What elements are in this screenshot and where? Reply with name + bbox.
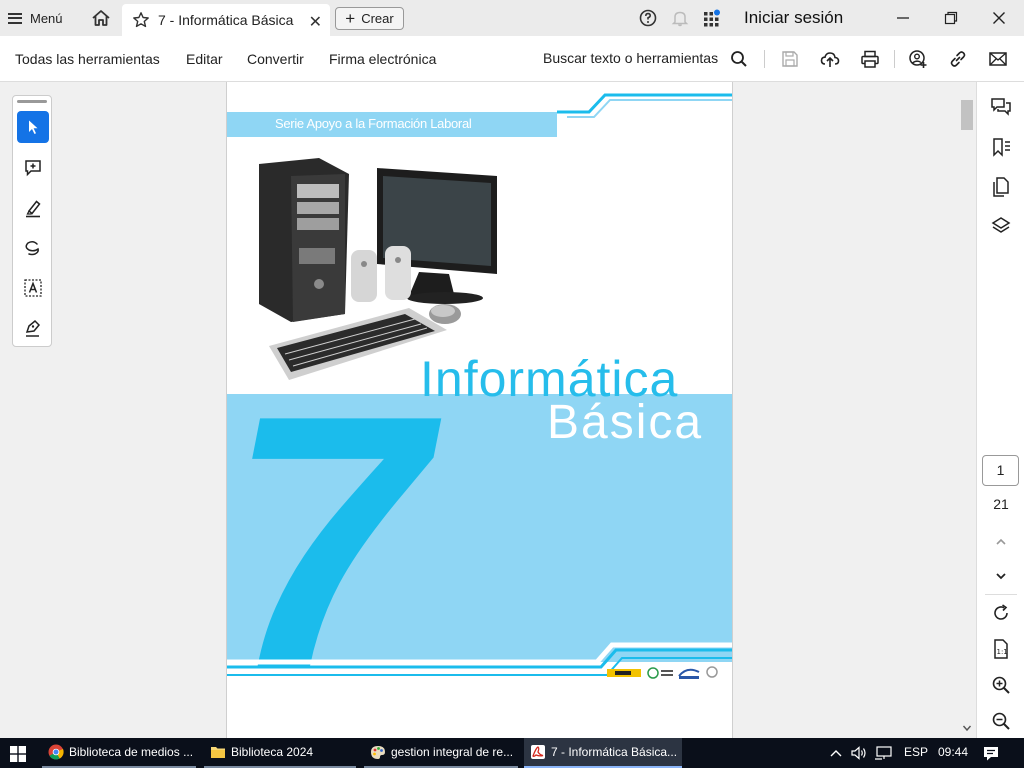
- highlight-tool-button[interactable]: [17, 192, 49, 224]
- draw-tool-button[interactable]: [17, 232, 49, 264]
- bell-icon[interactable]: [670, 8, 690, 28]
- pdf-page[interactable]: Serie Apoyo a la Formación Laboral 7 Inf…: [226, 82, 733, 742]
- taskbar-item-folder[interactable]: Biblioteca 2024: [204, 738, 356, 768]
- windows-taskbar: Biblioteca de medios ... Biblioteca 2024…: [0, 738, 1024, 768]
- edit-menu[interactable]: Editar: [186, 51, 223, 67]
- panel-grip[interactable]: [17, 100, 47, 103]
- pen-sign-icon: [25, 319, 41, 337]
- home-icon[interactable]: [90, 7, 112, 29]
- title-bar: Menú 7 - Informática Básica ✕ + Crear In…: [0, 0, 1024, 36]
- sponsor-logos: [607, 666, 718, 679]
- taskbar-item-chrome[interactable]: Biblioteca de medios ...: [42, 738, 196, 768]
- chrome-icon: [48, 744, 64, 760]
- esign-menu[interactable]: Firma electrónica: [329, 51, 436, 67]
- restore-button[interactable]: [928, 4, 974, 32]
- hamburger-icon: [8, 12, 22, 24]
- scroll-down-arrow-icon[interactable]: [962, 724, 972, 732]
- zoom-in-icon[interactable]: [990, 674, 1012, 696]
- signin-button[interactable]: Iniciar sesión: [744, 8, 843, 28]
- close-window-button[interactable]: [976, 4, 1022, 32]
- pages-thumbnails-icon[interactable]: [990, 176, 1012, 198]
- cursor-icon: [29, 120, 38, 134]
- menu-button[interactable]: Menú: [8, 8, 63, 28]
- show-hidden-icons-icon[interactable]: [829, 748, 843, 758]
- toolbar-divider: [894, 50, 895, 68]
- next-page-icon[interactable]: [990, 565, 1012, 587]
- cloud-upload-icon[interactable]: [820, 49, 840, 69]
- select-tool-button[interactable]: [17, 111, 49, 143]
- quick-tools-panel: [12, 95, 52, 347]
- convert-menu[interactable]: Convertir: [247, 51, 304, 67]
- rotate-icon[interactable]: [990, 602, 1012, 624]
- document-tab[interactable]: 7 - Informática Básica ✕: [122, 4, 330, 36]
- notifications-icon[interactable]: [982, 745, 1000, 762]
- link-icon[interactable]: [948, 49, 968, 69]
- folder-icon: [211, 747, 225, 758]
- vertical-scrollbar[interactable]: [958, 82, 976, 738]
- comments-icon[interactable]: [990, 96, 1012, 118]
- panel-divider: [985, 594, 1017, 595]
- search-icon[interactable]: [729, 49, 749, 69]
- bookmarks-icon[interactable]: [990, 136, 1012, 158]
- serie-banner: Serie Apoyo a la Formación Laboral: [227, 112, 557, 137]
- actual-size-icon[interactable]: 1:1: [990, 638, 1012, 660]
- layers-icon[interactable]: [990, 215, 1012, 237]
- freehand-draw-icon: [25, 240, 39, 256]
- previous-page-icon[interactable]: [990, 531, 1012, 553]
- main-toolbar: Todas las herramientas Editar Convertir …: [0, 36, 1024, 82]
- close-tab-icon[interactable]: ✕: [309, 12, 322, 32]
- toolbar-divider: [764, 50, 765, 68]
- clock[interactable]: 09:44: [938, 745, 968, 759]
- taskbar-item-acrobat[interactable]: 7 - Informática Básica...: [524, 738, 682, 768]
- task-label: Biblioteca 2024: [231, 745, 314, 759]
- network-icon[interactable]: [874, 745, 894, 761]
- highlighter-icon: [26, 200, 41, 218]
- save-icon[interactable]: [780, 49, 800, 69]
- task-label: gestion integral de re...: [391, 745, 514, 759]
- minimize-button[interactable]: [880, 4, 926, 32]
- acrobat-icon: [531, 745, 545, 759]
- star-icon[interactable]: [132, 11, 150, 29]
- restore-icon: [944, 11, 958, 25]
- sign-tool-button[interactable]: [17, 312, 49, 344]
- text-box-icon: [24, 279, 42, 297]
- volume-icon[interactable]: [850, 745, 868, 761]
- language-indicator[interactable]: ESP: [904, 745, 928, 759]
- text-select-tool-button[interactable]: [17, 272, 49, 304]
- taskbar-item-paint[interactable]: gestion integral de re...: [364, 738, 518, 768]
- cover-title-line2: Básica: [547, 396, 704, 449]
- task-label: 7 - Informática Básica...: [551, 745, 678, 759]
- total-pages: 21: [993, 496, 1009, 512]
- comment-plus-icon: [25, 160, 41, 177]
- zoom-out-icon[interactable]: [990, 710, 1012, 732]
- all-tools-menu[interactable]: Todas las herramientas: [15, 51, 160, 67]
- serie-label: Serie Apoyo a la Formación Laboral: [275, 116, 472, 131]
- plus-icon: +: [345, 9, 356, 28]
- add-comment-tool-button[interactable]: [17, 152, 49, 184]
- task-label: Biblioteca de medios ...: [69, 745, 194, 759]
- scrollbar-thumb[interactable]: [961, 100, 973, 130]
- email-icon[interactable]: [988, 49, 1008, 69]
- create-label: Crear: [361, 11, 394, 26]
- close-icon: [993, 12, 1005, 24]
- help-icon[interactable]: [638, 8, 658, 28]
- share-user-icon[interactable]: [908, 49, 928, 69]
- tab-title: 7 - Informática Básica: [158, 12, 294, 28]
- create-button[interactable]: + Crear: [335, 7, 404, 30]
- svg-text:1:1: 1:1: [997, 648, 1008, 656]
- right-side-panel: 1 21 1:1: [976, 82, 1024, 738]
- paint-icon: [371, 746, 385, 759]
- search-tools-input[interactable]: Buscar texto o herramientas: [543, 50, 718, 66]
- menu-label: Menú: [30, 10, 63, 26]
- windows-start-icon[interactable]: [10, 746, 26, 762]
- minimize-icon: [897, 17, 909, 19]
- current-page-input[interactable]: 1: [982, 455, 1019, 486]
- print-icon[interactable]: [860, 49, 880, 69]
- apps-grid-icon[interactable]: [702, 8, 722, 28]
